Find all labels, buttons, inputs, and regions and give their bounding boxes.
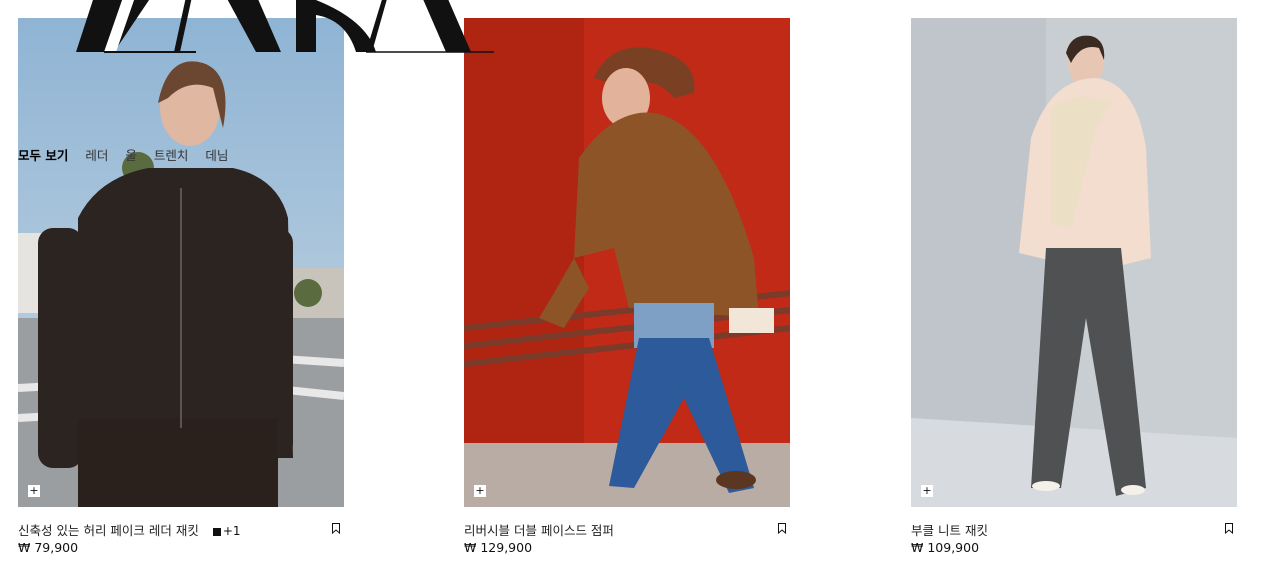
product-info: 신축성 있는 허리 페이크 레더 재킷 +1 ₩ 79,900 — [18, 507, 344, 555]
color-swatch-black — [212, 527, 221, 536]
more-colors-count: +1 — [222, 524, 241, 538]
zara-logo[interactable] — [76, 0, 496, 54]
add-to-cart-button[interactable]: + — [921, 485, 933, 497]
category-trench[interactable]: 트렌치 — [154, 145, 189, 164]
product-name[interactable]: 부클 니트 재킷 — [911, 520, 988, 539]
product-info: 부클 니트 재킷 ₩ 109,900 — [911, 507, 1237, 555]
product-info: 리버시블 더블 페이스드 점퍼 ₩ 129,900 — [464, 507, 790, 555]
product-price: ₩ 79,900 — [18, 540, 79, 555]
product-name[interactable]: 신축성 있는 허리 페이크 레더 재킷 — [18, 523, 199, 538]
category-wool[interactable]: 울 — [125, 145, 137, 164]
product-card[interactable]: + 리버시블 더블 페이스드 점퍼 ₩ 129,900 — [464, 18, 790, 555]
product-card[interactable]: + 신축성 있는 허리 페이크 레더 재킷 +1 ₩ 79,900 — [18, 18, 344, 555]
plus-icon: + — [29, 484, 39, 497]
product-card[interactable]: + 부클 니트 재킷 ₩ 109,900 — [911, 18, 1237, 555]
plus-icon: + — [922, 484, 932, 497]
bookmark-icon[interactable] — [332, 523, 340, 534]
add-to-cart-button[interactable]: + — [474, 485, 486, 497]
category-nav: 모두 보기 레더 울 트렌치 데님 — [18, 145, 245, 164]
add-to-cart-button[interactable]: + — [28, 485, 40, 497]
product-image[interactable]: + — [464, 18, 790, 507]
category-denim[interactable]: 데님 — [205, 145, 228, 164]
product-image[interactable]: + — [911, 18, 1237, 507]
product-name[interactable]: 리버시블 더블 페이스드 점퍼 — [464, 520, 614, 539]
color-swatches[interactable]: +1 — [212, 524, 241, 538]
category-all[interactable]: 모두 보기 — [18, 145, 68, 164]
product-image[interactable]: + — [18, 18, 344, 507]
product-price: ₩ 109,900 — [911, 540, 980, 555]
bookmark-icon[interactable] — [778, 523, 786, 534]
plus-icon: + — [475, 484, 485, 497]
category-leather[interactable]: 레더 — [85, 145, 108, 164]
product-price: ₩ 129,900 — [464, 540, 533, 555]
bookmark-icon[interactable] — [1225, 523, 1233, 534]
